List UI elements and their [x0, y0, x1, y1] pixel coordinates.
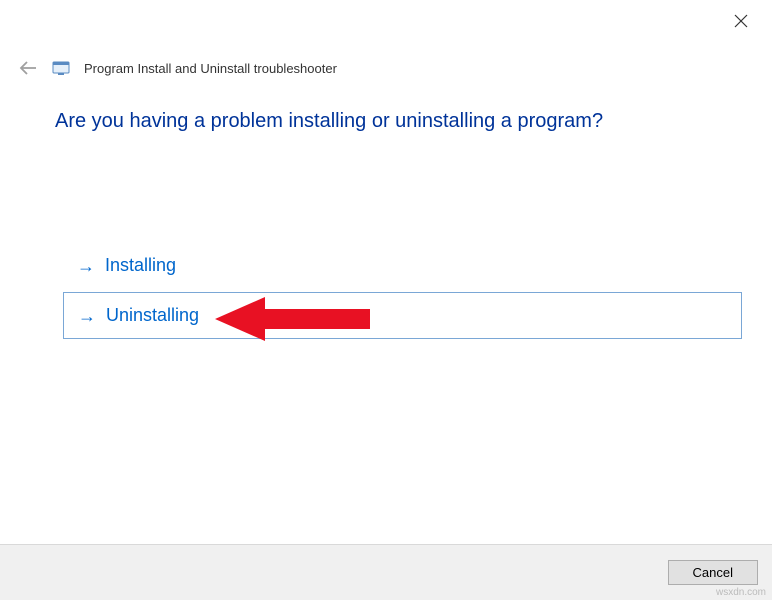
arrow-right-icon: → — [78, 307, 96, 325]
close-icon — [734, 14, 748, 28]
troubleshooter-icon — [52, 59, 70, 77]
window-title: Program Install and Uninstall troublesho… — [84, 61, 337, 76]
main-content: Are you having a problem installing or u… — [55, 110, 742, 343]
option-label: Installing — [105, 255, 176, 276]
cancel-button[interactable]: Cancel — [668, 560, 758, 585]
option-label: Uninstalling — [106, 305, 199, 326]
option-uninstalling[interactable]: → Uninstalling — [63, 292, 742, 339]
window-header: Program Install and Uninstall troublesho… — [18, 58, 337, 78]
watermark: wsxdn.com — [716, 587, 766, 598]
back-arrow-icon — [19, 61, 37, 75]
close-button[interactable] — [734, 14, 754, 34]
option-installing[interactable]: → Installing — [63, 243, 742, 288]
arrow-right-icon: → — [77, 257, 95, 275]
footer-bar: Cancel — [0, 544, 772, 600]
question-heading: Are you having a problem installing or u… — [55, 110, 742, 133]
options-list: → Installing → Uninstalling — [63, 243, 742, 339]
back-button[interactable] — [18, 58, 38, 78]
